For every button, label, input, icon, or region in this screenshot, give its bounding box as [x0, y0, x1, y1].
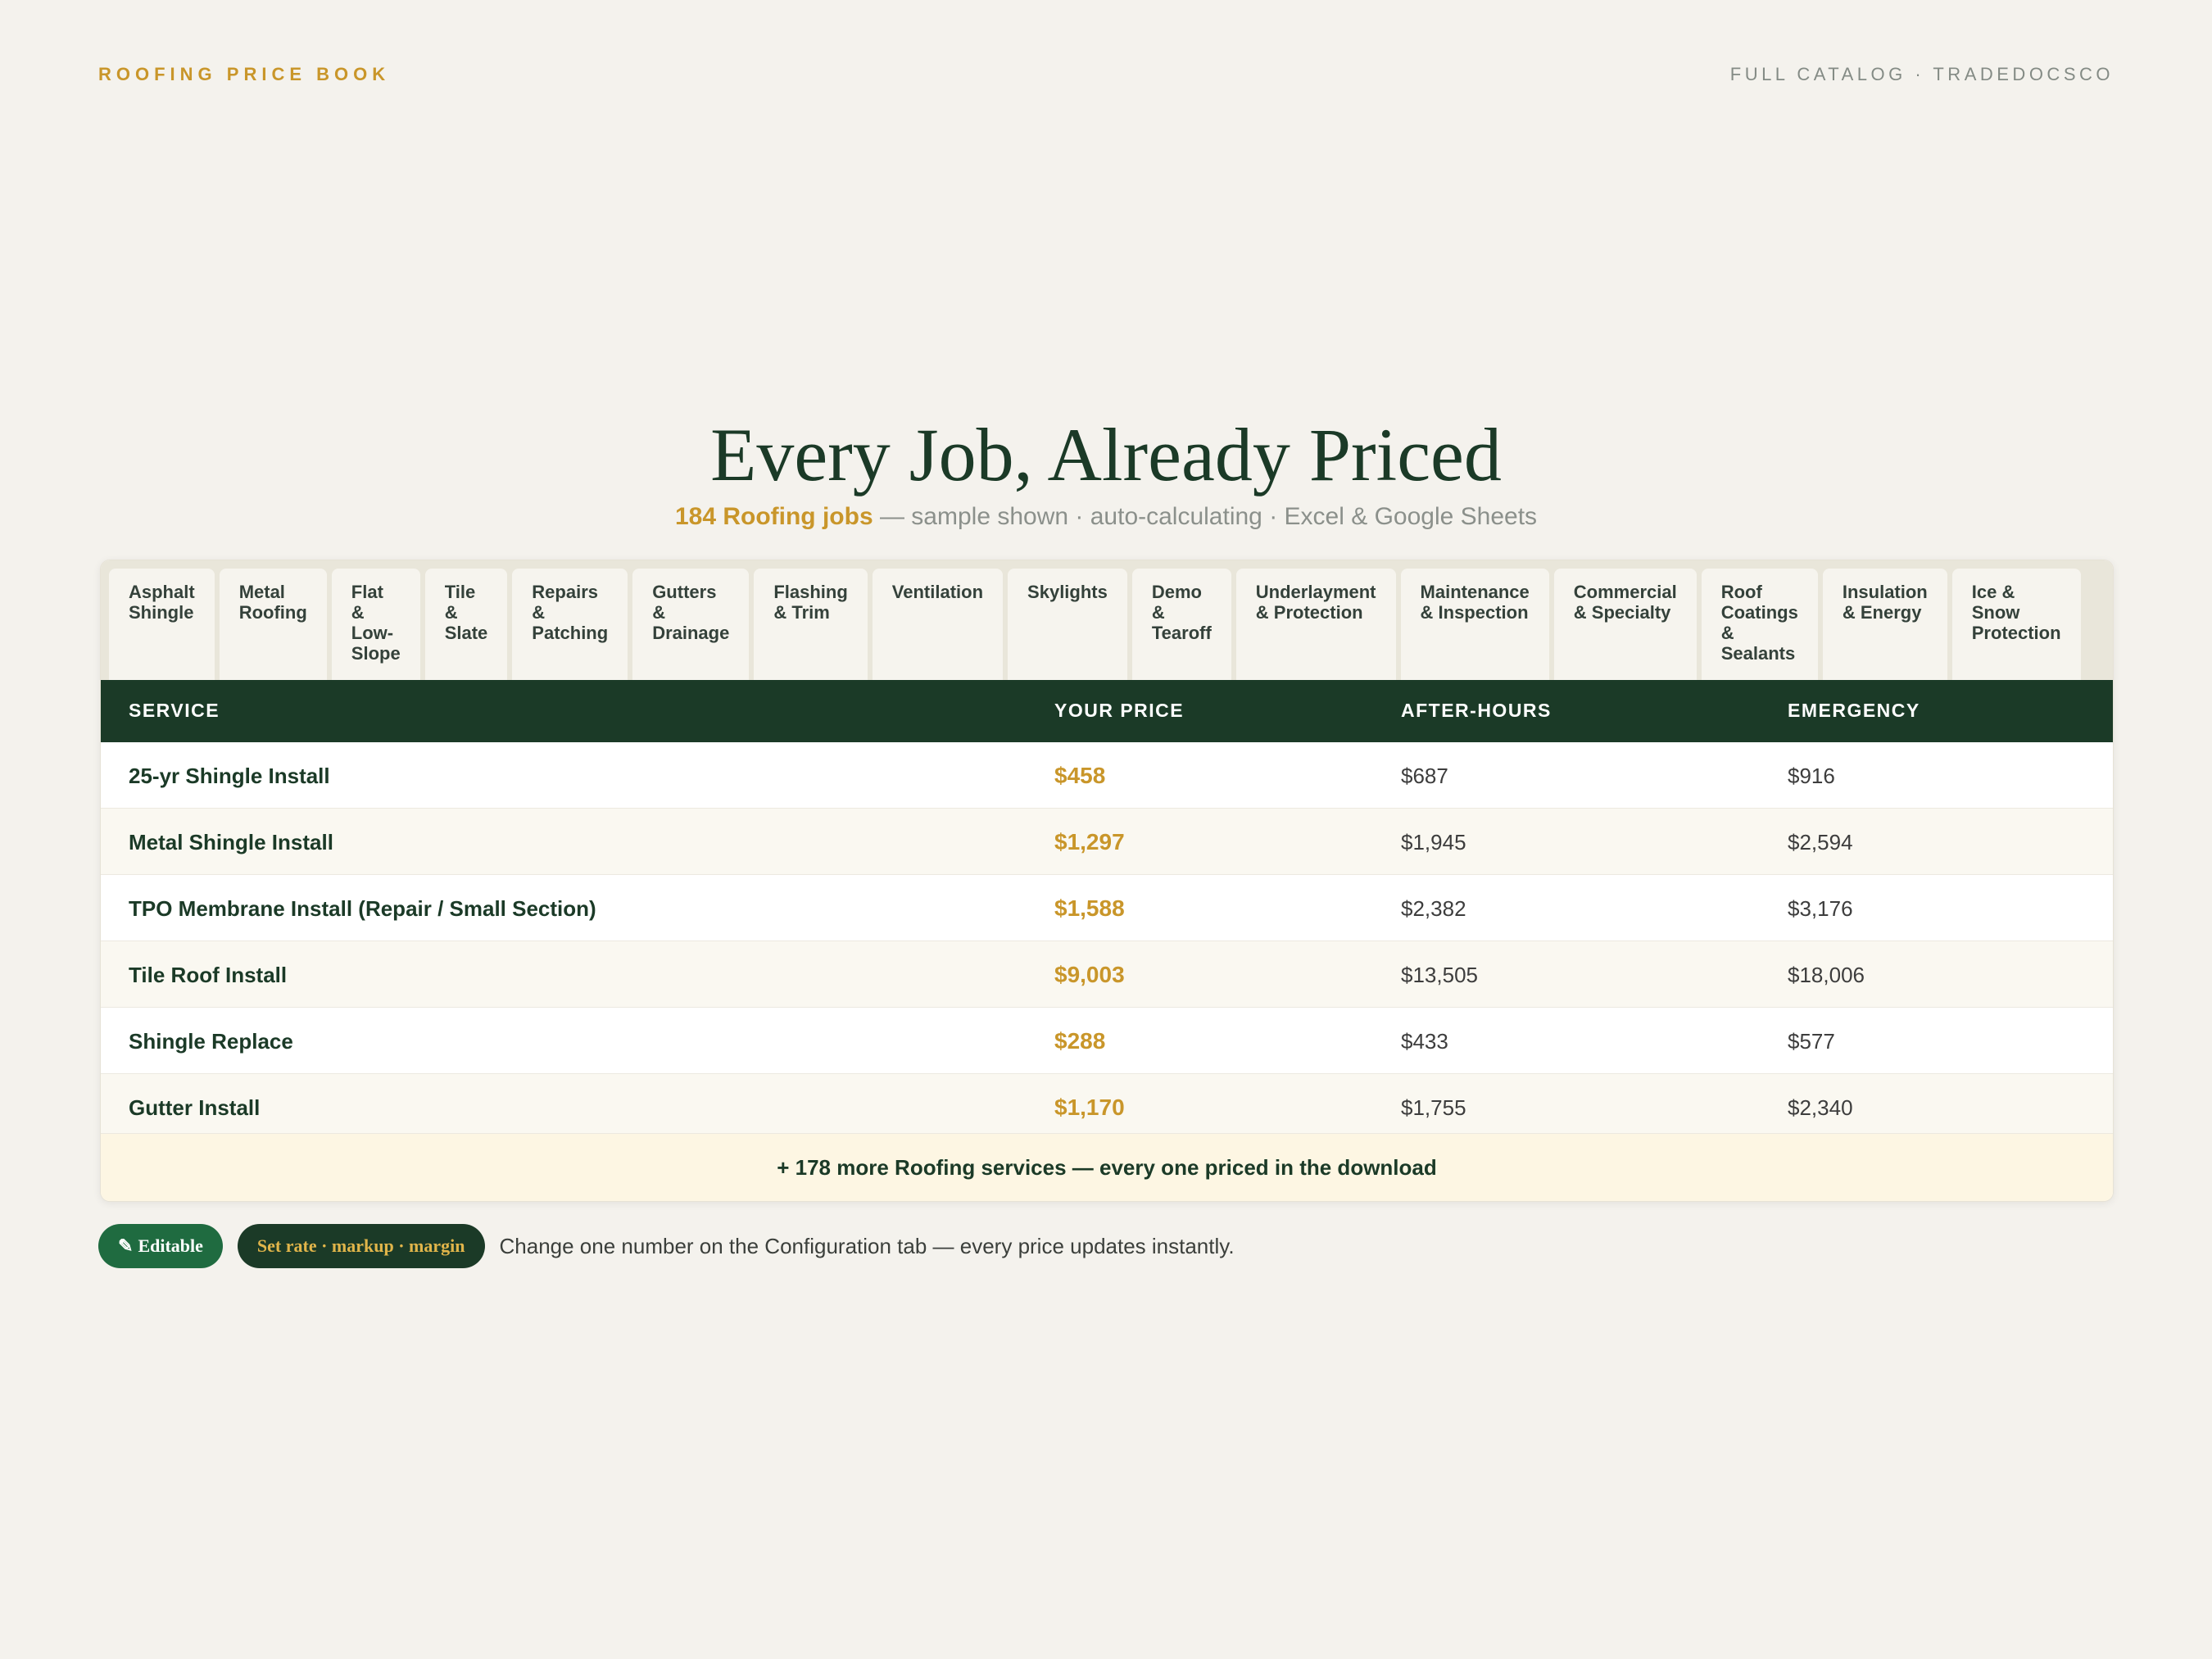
brand-label: ROOFING PRICE BOOK	[98, 64, 391, 84]
rate-markup-badge: Set rate · markup · margin	[237, 1224, 485, 1268]
column-header-emergency: EMERGENCY	[1788, 700, 1920, 721]
emergency-cell: $577	[1788, 1029, 1835, 1054]
tab-ventilation[interactable]: Ventilation	[872, 569, 1004, 680]
footer-note: Change one number on the Configuration t…	[499, 1233, 1235, 1258]
service-cell: TPO Membrane Install (Repair / Small Sec…	[129, 896, 596, 921]
job-count: 184 Roofing jobs	[674, 503, 873, 530]
tab-demo-tearoff[interactable]: Demo & Tearoff	[1131, 569, 1231, 680]
after-hours-cell: $687	[1401, 764, 1448, 788]
your-price-cell: $1,297	[1054, 829, 1125, 854]
emergency-cell: $916	[1788, 764, 1835, 788]
tab-flashing-trim[interactable]: Flashing & Trim	[754, 569, 868, 680]
tab-asphalt-shingle[interactable]: Asphalt Shingle	[109, 569, 215, 680]
after-hours-cell: $1,755	[1401, 1095, 1466, 1120]
your-price-cell: $9,003	[1054, 962, 1125, 987]
tab-insulation-energy[interactable]: Insulation & Energy	[1822, 569, 1947, 680]
price-table-card: Asphalt Shingle Metal Roofing Flat & Low- …	[100, 560, 2114, 1202]
your-price-cell: $1,588	[1054, 895, 1125, 921]
table-row: TPO Membrane Install (Repair / Small Sec…	[101, 874, 2113, 941]
hero: Every Job, Already Priced 184 Roofing jo…	[0, 410, 2212, 531]
after-hours-cell: $13,505	[1401, 963, 1478, 987]
pencil-icon: ✎	[118, 1235, 134, 1256]
page-title: Every Job, Already Priced	[710, 413, 1502, 496]
tab-roof-coatings-sealants[interactable]: Roof Coatings & Sealants	[1701, 569, 1818, 680]
service-cell: Gutter Install	[129, 1095, 261, 1120]
service-cell: 25-yr Shingle Install	[129, 764, 330, 788]
editable-badge: ✎ Editable	[98, 1224, 223, 1268]
table-row: Gutter Install $1,170 $1,755 $2,340	[101, 1073, 2113, 1140]
table-row: Shingle Replace $288 $433 $577	[101, 1007, 2113, 1073]
after-hours-cell: $1,945	[1401, 830, 1466, 854]
tab-skylights[interactable]: Skylights	[1008, 569, 1127, 680]
tab-ice-snow-protection[interactable]: Ice & Snow Protection	[1951, 569, 2081, 680]
table-body: 25-yr Shingle Install $458 $687 $916 Metal S…	[101, 742, 2113, 1140]
tab-gutters-drainage[interactable]: Gutters & Drainage	[632, 569, 750, 680]
tab-flat-low-slope[interactable]: Flat & Low- Slope	[331, 569, 420, 680]
emergency-cell: $2,594	[1788, 830, 1853, 854]
footer-bar: ✎ Editable Set rate · markup · margin Cha…	[98, 1224, 1235, 1268]
your-price-cell: $458	[1054, 763, 1106, 788]
tab-repairs-patching[interactable]: Repairs & Patching	[512, 569, 628, 680]
page-subtitle: 184 Roofing jobs — sample shown · auto-c…	[0, 503, 2212, 531]
column-header-your-price: YOUR PRICE	[1054, 700, 1185, 721]
table-header: SERVICE YOUR PRICE AFTER-HOURS EMERGENCY	[101, 680, 2113, 742]
more-services-banner: + 178 more Roofing services — every one …	[101, 1133, 2113, 1201]
emergency-cell: $18,006	[1788, 963, 1865, 987]
top-bar: ROOFING PRICE BOOK FULL CATALOG · TRADED…	[98, 64, 2114, 88]
subtitle-rest: — sample shown · auto-calculating · Exce…	[873, 503, 1538, 530]
table-row: Metal Shingle Install $1,297 $1,945 $2,594	[101, 808, 2113, 874]
your-price-cell: $288	[1054, 1028, 1106, 1054]
category-tabs: Asphalt Shingle Metal Roofing Flat & Low- …	[101, 560, 2113, 680]
tab-metal-roofing[interactable]: Metal Roofing	[219, 569, 327, 680]
service-cell: Metal Shingle Install	[129, 830, 333, 854]
service-cell: Shingle Replace	[129, 1029, 293, 1054]
table-row: Tile Roof Install $9,003 $13,505 $18,006	[101, 941, 2113, 1007]
editable-label: Editable	[138, 1235, 203, 1256]
after-hours-cell: $2,382	[1401, 896, 1466, 921]
tab-maintenance-inspection[interactable]: Maintenance & Inspection	[1400, 569, 1549, 680]
emergency-cell: $3,176	[1788, 896, 1853, 921]
column-header-service: SERVICE	[129, 700, 220, 721]
catalog-label: FULL CATALOG · TRADEDOCSCO	[1729, 64, 2114, 84]
emergency-cell: $2,340	[1788, 1095, 1853, 1120]
your-price-cell: $1,170	[1054, 1095, 1125, 1120]
tab-underlayment-protection[interactable]: Underlayment & Protection	[1235, 569, 1396, 680]
column-header-after-hours: AFTER-HOURS	[1401, 700, 1552, 721]
service-cell: Tile Roof Install	[129, 963, 288, 987]
after-hours-cell: $433	[1401, 1029, 1448, 1054]
table-row: 25-yr Shingle Install $458 $687 $916	[101, 742, 2113, 808]
tab-commercial-specialty[interactable]: Commercial & Specialty	[1553, 569, 1697, 680]
tab-tile-slate[interactable]: Tile & Slate	[424, 569, 508, 680]
